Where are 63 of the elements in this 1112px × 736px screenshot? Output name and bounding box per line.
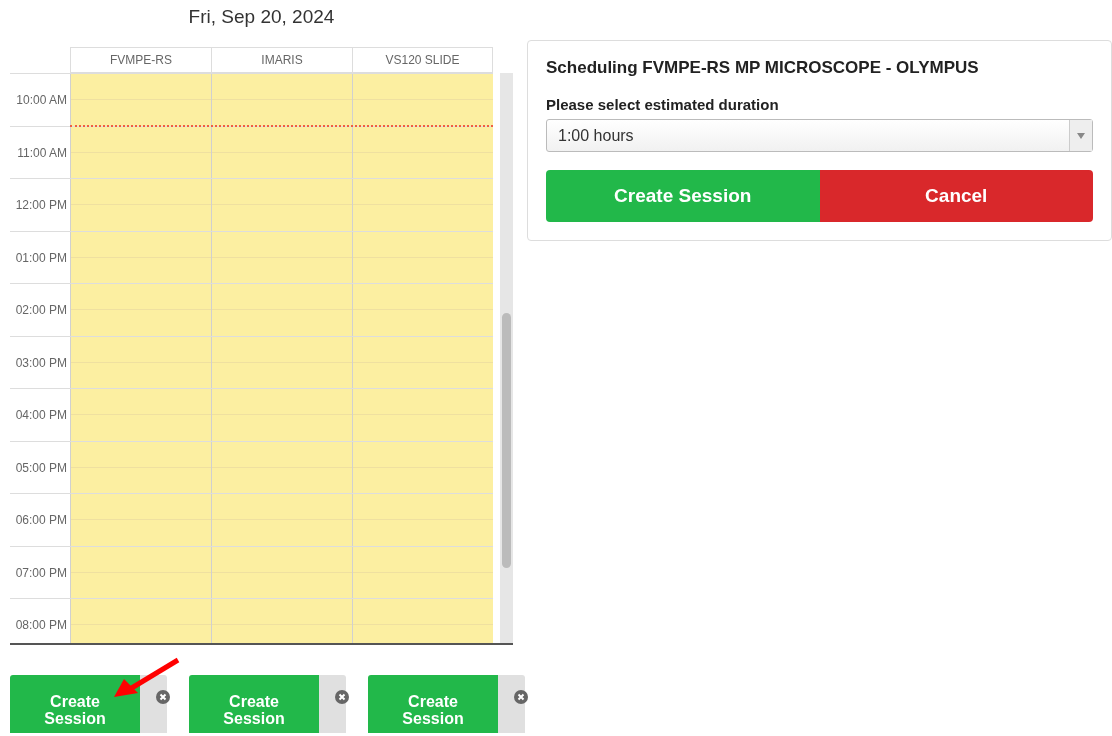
- caret-icon: [1077, 132, 1085, 139]
- close-icon[interactable]: [335, 690, 349, 704]
- time-label: 07:00 PM: [14, 564, 68, 582]
- time-slot[interactable]: [352, 126, 493, 178]
- time-slot[interactable]: [70, 389, 211, 441]
- create-session-button[interactable]: Create Session: [189, 675, 319, 733]
- time-slot[interactable]: [211, 441, 352, 493]
- time-label: 05:00 PM: [14, 459, 68, 477]
- cancel-button[interactable]: Cancel: [819, 170, 1093, 222]
- time-slot[interactable]: [352, 389, 493, 441]
- field-label: Please select estimated duration: [546, 96, 780, 113]
- time-slot[interactable]: [70, 336, 211, 388]
- time-slot[interactable]: [211, 336, 352, 388]
- time-slot[interactable]: [211, 74, 352, 126]
- annotation-arrow: [112, 657, 182, 699]
- time-slot[interactable]: [211, 546, 352, 598]
- time-label: 06:00 PM: [14, 512, 68, 529]
- scrollbar-thumb[interactable]: [502, 313, 511, 568]
- time-slot[interactable]: [352, 599, 493, 643]
- time-slot[interactable]: [352, 546, 493, 598]
- time-slot[interactable]: [211, 599, 352, 643]
- time-label: 10:00 AM: [15, 92, 68, 109]
- duration-select[interactable]: 1:00 hours: [546, 119, 1093, 152]
- time-slot[interactable]: [352, 231, 493, 283]
- time-slot[interactable]: [352, 336, 493, 388]
- column-header: VS120 SLIDE: [352, 47, 493, 73]
- time-slot[interactable]: [352, 179, 493, 231]
- column-header: FVMPE-RS: [70, 47, 211, 73]
- time-slot[interactable]: [211, 231, 352, 283]
- time-slot[interactable]: [70, 599, 211, 643]
- time-slot[interactable]: [70, 74, 211, 126]
- time-slot[interactable]: [352, 441, 493, 493]
- create-session-button[interactable]: Create Session: [10, 675, 140, 733]
- close-icon[interactable]: [156, 690, 170, 704]
- scrollbar[interactable]: [500, 73, 513, 643]
- time-slot[interactable]: [70, 179, 211, 231]
- create-session-button[interactable]: Create Session: [546, 170, 820, 222]
- time-slot[interactable]: [70, 284, 211, 336]
- time-label: 04:00 PM: [14, 407, 68, 424]
- close-icon[interactable]: [514, 690, 528, 704]
- time-label: 12:00 PM: [14, 197, 68, 214]
- time-slot[interactable]: [352, 74, 493, 126]
- time-label: 01:00 PM: [14, 249, 68, 267]
- time-slot[interactable]: [211, 179, 352, 231]
- time-slot[interactable]: [70, 441, 211, 493]
- time-slot[interactable]: [70, 231, 211, 283]
- column-header: IMARIS: [211, 47, 352, 73]
- time-slot[interactable]: [70, 494, 211, 546]
- time-slot[interactable]: [211, 126, 352, 178]
- date-heading: Fri, Sep 20, 2024: [187, 5, 336, 29]
- time-slot[interactable]: [211, 494, 352, 546]
- time-label: 02:00 PM: [14, 302, 68, 319]
- time-label: 08:00 PM: [14, 617, 68, 634]
- time-slot[interactable]: [211, 284, 352, 336]
- time-label: 03:00 PM: [14, 354, 68, 372]
- time-slot[interactable]: [352, 494, 493, 546]
- time-slot[interactable]: [211, 389, 352, 441]
- time-slot[interactable]: [70, 546, 211, 598]
- time-label: 11:00 AM: [16, 144, 68, 162]
- panel-title: Scheduling FVMPE-RS MP MICROSCOPE - OLYMPUS: [546, 58, 980, 78]
- create-session-button[interactable]: Create Session: [368, 675, 498, 733]
- time-slot[interactable]: [352, 284, 493, 336]
- time-slot[interactable]: [70, 126, 211, 178]
